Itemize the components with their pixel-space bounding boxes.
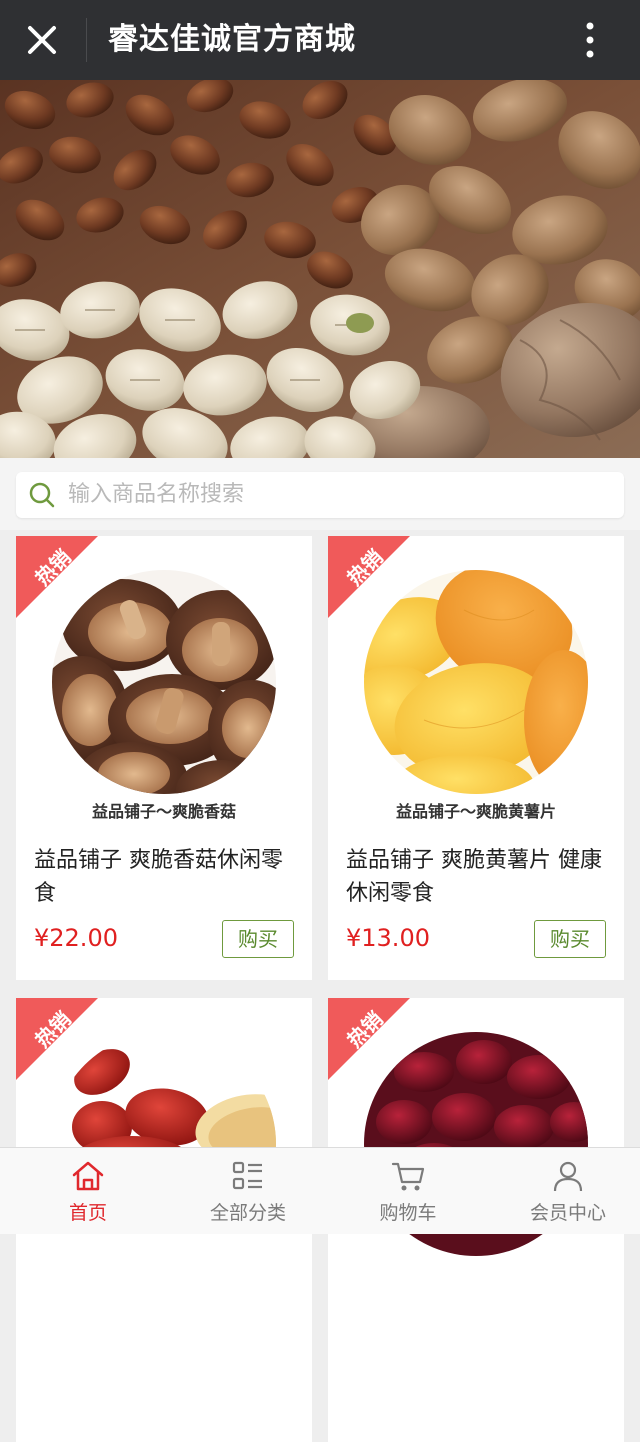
product-name[interactable]: 益品铺子 爽脆香菇休闲零食	[34, 844, 298, 910]
tab-label: 会员中心	[529, 1202, 606, 1224]
header-divider	[86, 18, 87, 62]
page-title: 睿达佳诚官方商城	[108, 22, 356, 57]
more-vertical-icon[interactable]	[574, 20, 606, 60]
product-image-sweet-potato-chips[interactable]	[364, 570, 588, 794]
search-placeholder: 输入商品名称搜索	[68, 482, 245, 507]
tab-label: 首页	[68, 1202, 107, 1224]
tab-label: 购物车	[379, 1202, 437, 1224]
product-card[interactable]: 热销	[16, 536, 312, 980]
product-price: ¥22.00	[34, 924, 118, 952]
search-icon	[29, 482, 55, 508]
search-bar-wrapper: 输入商品名称搜索	[0, 458, 640, 530]
banner-image[interactable]	[0, 80, 640, 458]
buy-button[interactable]: 购买	[222, 920, 294, 958]
tab-cart[interactable]: 购物车	[328, 1148, 488, 1234]
buy-button[interactable]: 购买	[534, 920, 606, 958]
product-name[interactable]: 益品铺子 爽脆黄薯片 健康休闲零食	[346, 844, 610, 910]
product-card[interactable]: 热销	[328, 536, 624, 980]
product-caption: 益品铺子～爽脆香菇	[91, 802, 236, 821]
product-image-mushroom[interactable]	[52, 570, 276, 794]
bottom-tab-bar: 首页 全部分类 购物车 会员中心	[0, 1147, 640, 1234]
close-icon[interactable]	[22, 20, 62, 60]
home-icon	[72, 1161, 104, 1191]
product-caption: 益品铺子～爽脆黄薯片	[395, 802, 556, 821]
cart-icon	[391, 1162, 425, 1191]
product-price: ¥13.00	[346, 924, 430, 952]
tab-label: 全部分类	[209, 1202, 286, 1224]
tab-home[interactable]: 首页	[8, 1148, 168, 1234]
tab-all-categories[interactable]: 全部分类	[168, 1148, 328, 1234]
search-input[interactable]: 输入商品名称搜索	[16, 472, 624, 518]
category-list-icon	[232, 1161, 262, 1190]
user-icon	[553, 1161, 583, 1192]
tab-member-center[interactable]: 会员中心	[488, 1148, 640, 1234]
title-bar: 睿达佳诚官方商城	[0, 0, 640, 80]
